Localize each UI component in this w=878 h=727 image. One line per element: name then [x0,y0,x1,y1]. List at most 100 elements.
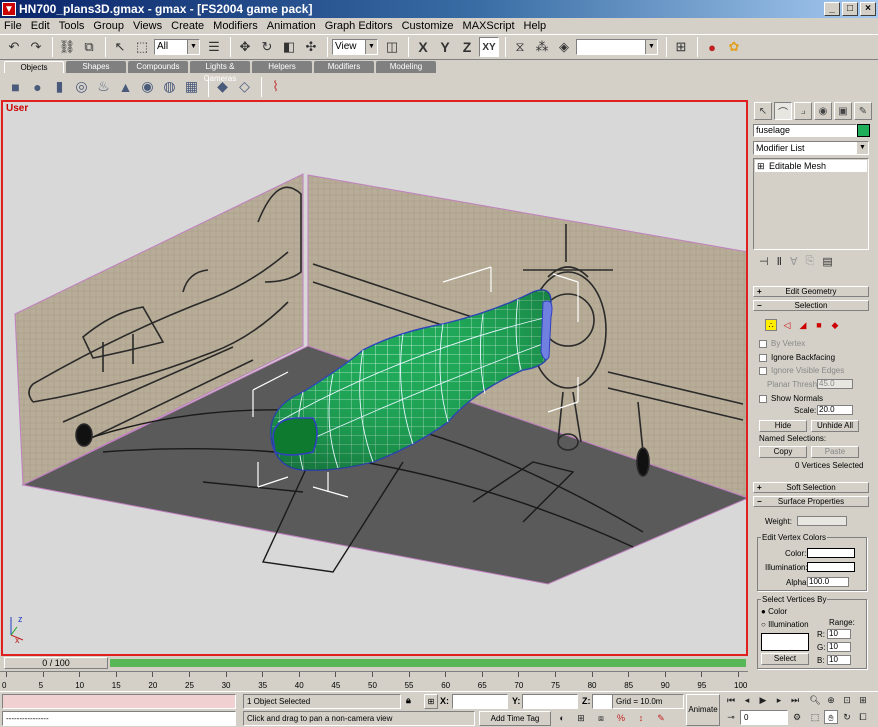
key-mode-icon[interactable]: ⊸ [724,710,738,724]
sphere-icon[interactable]: ● [28,77,47,96]
alpha-spinner[interactable]: 100.0 [807,577,849,587]
pan-hand-icon[interactable]: ✋︎ [824,710,838,724]
tube-icon[interactable]: ◍ [160,77,179,96]
play-icon[interactable]: ▶ [756,693,770,707]
render-icon[interactable]: ✿ [724,37,744,57]
tab-helpers[interactable]: Helpers [252,61,312,73]
time-slider-track[interactable] [110,659,746,667]
pin-stack-icon[interactable]: ⊣ [759,255,769,268]
select-object-icon[interactable]: ↖ [110,37,130,57]
mirror-icon[interactable]: ⧖ [510,37,530,57]
select-link-icon[interactable]: ⛓ [57,37,77,57]
rollout-edit-geometry[interactable]: + Edit Geometry [753,286,869,297]
arc-rotate-icon[interactable]: ↻ [840,710,854,724]
spline-icon[interactable]: ⌇ [266,77,285,96]
tab-compounds[interactable]: Compounds [128,61,188,73]
animate-button[interactable]: Animate [686,694,720,726]
maximize-button[interactable]: □ [842,2,858,16]
copy-button[interactable]: Copy [759,446,807,458]
select-color-swatch[interactable] [761,633,809,651]
menu-views[interactable]: Views [133,20,162,32]
add-time-tag-button[interactable]: Add Time Tag [479,711,551,726]
menu-maxscript[interactable]: MAXScript [463,20,515,32]
manipulate-icon[interactable]: ✣ [301,37,321,57]
object-color-swatch[interactable] [857,124,870,137]
polygon-mode-icon[interactable]: ■ [813,319,825,331]
time-slider[interactable]: 0 / 100 [0,657,748,670]
absolute-mode-icon[interactable]: ⊞ [424,694,438,709]
quad-patch-icon[interactable]: ◇ [235,77,254,96]
restrict-x-button[interactable]: X [413,37,433,57]
maximize-viewport-icon[interactable]: ⧠ [856,710,870,724]
current-frame-field[interactable]: 0 [740,710,788,725]
named-selection-dropdown[interactable]: ▼ [576,39,658,55]
configure-sets-icon[interactable]: ▤ [822,255,832,268]
patch-grid-icon[interactable]: ◆ [213,77,232,96]
restrict-z-button[interactable]: Z [457,37,477,57]
display-tab-icon[interactable]: ▣ [834,102,852,120]
perspective-viewport[interactable]: User z x [1,100,748,656]
rollout-selection[interactable]: − Selection [753,300,869,311]
tab-lights-cameras[interactable]: Lights & Cameras [190,61,250,83]
menu-tools[interactable]: Tools [59,20,85,32]
cylinder-icon[interactable]: ▮ [50,77,69,96]
close-button[interactable]: × [860,2,876,16]
face-mode-icon[interactable]: ◢ [797,319,809,331]
time-config-icon[interactable]: ⚙ [790,710,804,724]
radio-color[interactable]: ● Color [761,607,787,616]
next-frame-icon[interactable]: ▸ [772,693,786,707]
track-bar[interactable]: 0 5 10 15 20 25 30 35 40 45 50 55 60 65 70 75 80 85 90 95 10… [0,671,748,691]
rotate-icon[interactable]: ↻ [257,37,277,57]
modifier-list-dropdown[interactable]: Modifier List ▼ [753,141,869,155]
menu-group[interactable]: Group [93,20,124,32]
array-icon[interactable]: ⁂ [532,37,552,57]
geosphere-icon[interactable]: ◉ [138,77,157,96]
ignore-visible-edges-checkbox[interactable]: Ignore Visible Edges [759,366,844,375]
zoom-all-icon[interactable]: ⊕ [824,693,838,707]
degradation-override-icon[interactable]: ◐ [555,711,569,725]
zoom-extents-icon[interactable]: ⊡ [840,693,854,707]
hierarchy-tab-icon[interactable]: ⟓ [794,102,812,120]
range-r-spinner[interactable]: 10 [827,629,851,639]
unlink-icon[interactable]: ⧉ [79,37,99,57]
hide-button[interactable]: Hide [759,420,807,432]
by-vertex-checkbox[interactable]: By Vertex [759,339,805,348]
select-by-color-button[interactable]: Select [761,653,809,665]
edit-named-selection-icon[interactable]: ✎ [654,711,668,725]
angle-snap-icon[interactable]: ⧈ [594,711,608,725]
goto-end-icon[interactable]: ⏭ [788,693,802,707]
unhide-all-button[interactable]: Unhide All [811,420,859,432]
menu-file[interactable]: File [4,20,22,32]
torus-icon[interactable]: ◎ [72,77,91,96]
maxscript-listener-mini[interactable] [2,694,236,709]
vertex-color-swatch[interactable] [807,548,855,558]
paste-button[interactable]: Paste [811,446,859,458]
rollout-soft-selection[interactable]: + Soft Selection [753,482,869,493]
menu-graph-editors[interactable]: Graph Editors [325,20,393,32]
planar-thresh-spinner[interactable]: 45.0 [817,379,853,389]
spinner-snap-icon[interactable]: ↕ [634,711,648,725]
undo-icon[interactable]: ↶ [4,37,24,57]
create-tab-icon[interactable]: ↖ [754,102,772,120]
stack-item-editable-mesh[interactable]: Editable Mesh [755,160,867,172]
illumination-swatch[interactable] [807,562,855,572]
gmax-app-icon[interactable]: ▼ [2,2,16,16]
menu-customize[interactable]: Customize [402,20,454,32]
menu-help[interactable]: Help [524,20,547,32]
weight-spinner[interactable] [797,516,847,526]
scale-spinner[interactable]: 20.0 [817,405,853,415]
maxscript-input[interactable]: ---------------- [2,711,236,726]
tab-objects[interactable]: Objects [4,61,64,73]
y-coordinate-field[interactable] [522,694,578,709]
material-editor-icon[interactable]: ● [702,37,722,57]
schematic-view-icon[interactable]: ⊞ [671,37,691,57]
prev-frame-icon[interactable]: ◂ [740,693,754,707]
box-icon[interactable]: ■ [6,77,25,96]
menu-create[interactable]: Create [171,20,204,32]
scale-icon[interactable]: ◧ [279,37,299,57]
pivot-center-icon[interactable]: ◫ [382,37,402,57]
zoom-icon[interactable]: 🔍︎ [808,693,822,707]
plane-icon[interactable]: ▦ [182,77,201,96]
menu-edit[interactable]: Edit [31,20,50,32]
time-slider-thumb[interactable]: 0 / 100 [4,657,108,669]
